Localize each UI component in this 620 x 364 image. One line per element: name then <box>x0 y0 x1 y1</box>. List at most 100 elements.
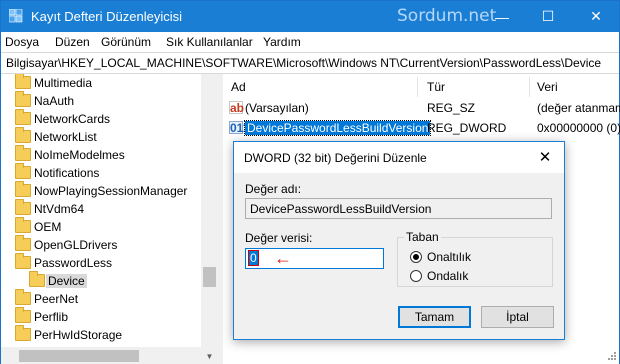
key-tree: Multimedia NaAuth NetworkCards NetworkLi… <box>1 74 218 364</box>
folder-icon <box>15 235 31 251</box>
hexadecimal-radio[interactable]: Onaltılık <box>410 249 510 265</box>
tree-item-notifications[interactable]: Notifications <box>1 163 201 182</box>
dword-value-icon: 011 <box>229 121 250 135</box>
folder-icon <box>15 91 31 107</box>
value-data: (değer atanmamış) <box>537 101 620 115</box>
tree-item-multimedia[interactable]: Multimedia <box>1 74 201 92</box>
menu-item-sik-kullanilanlar[interactable]: Sık Kullanılanlar <box>166 35 253 49</box>
cancel-button[interactable]: İptal <box>481 306 554 328</box>
string-value-icon: ab <box>229 101 245 115</box>
tree-item-ntvdm64[interactable]: NtVdm64 <box>1 199 201 218</box>
folder-icon <box>15 199 31 215</box>
base-group: Taban Onaltılık Ondalık <box>397 230 553 287</box>
tree-item-label: Device <box>46 274 87 288</box>
title-bar[interactable]: Kayıt Defteri Düzenleyicisi Sordum.net —… <box>1 1 619 32</box>
dialog-close-button[interactable]: ✕ <box>532 146 558 168</box>
tree-item-networkcards[interactable]: NetworkCards <box>1 109 201 128</box>
tree-item-label: Multimedia <box>34 76 93 90</box>
menu-item-yardim[interactable]: Yardım <box>263 35 301 49</box>
scrollbar-thumb[interactable] <box>203 267 216 287</box>
tree-item-passwordless[interactable]: PasswordLess <box>1 253 201 272</box>
value-data-input[interactable]: 0 <box>245 248 384 269</box>
dialog-title: DWORD (32 bit) Değerini Düzenle <box>244 151 427 165</box>
tree-item-perflib[interactable]: Perflib <box>1 307 201 326</box>
folder-icon <box>15 163 31 179</box>
tree-item-noimemodelmes[interactable]: NoImeModelmes <box>1 145 201 164</box>
tree-item-networklist[interactable]: NetworkList <box>1 127 201 146</box>
tree-item-label: OpenGLDrivers <box>34 238 118 252</box>
tree-item-naauth[interactable]: NaAuth <box>1 91 201 110</box>
folder-icon <box>15 127 31 143</box>
tree-item-nowplayingsessionmanager[interactable]: NowPlayingSessionManager <box>1 181 201 200</box>
minimize-button[interactable]: — <box>479 1 525 32</box>
value-name: (Varsayılan) <box>245 101 309 115</box>
folder-icon <box>15 307 31 323</box>
edit-dword-dialog: DWORD (32 bit) Değerini Düzenle ✕ Değer … <box>233 141 565 340</box>
value-name: DevicePasswordLessBuildVersion <box>243 120 432 136</box>
column-divider <box>529 77 530 97</box>
tree-item-opengldrivers[interactable]: OpenGLDrivers <box>1 235 201 254</box>
value-name-label: Değer adı: <box>245 182 302 196</box>
tree-item-peernet[interactable]: PeerNet <box>1 289 201 308</box>
tree-item-label: OEM <box>34 220 62 234</box>
value-type: REG_DWORD <box>427 121 507 135</box>
folder-icon <box>29 271 45 287</box>
tree-item-label: Perflib <box>34 310 69 324</box>
tree-item-label: NowPlayingSessionManager <box>34 184 188 198</box>
tree-item-label: PeerNet <box>34 292 79 306</box>
window-title: Kayıt Defteri Düzenleyicisi <box>31 9 182 24</box>
decimal-radio[interactable]: Ondalık <box>410 268 510 284</box>
menu-item-dosya[interactable]: Dosya <box>5 35 39 49</box>
address-bar[interactable]: Bilgisayar\HKEY_LOCAL_MACHINE\SOFTWARE\M… <box>1 52 619 74</box>
column-header-data[interactable]: Veri <box>537 80 558 94</box>
table-row[interactable]: 011 DevicePasswordLessBuildVersion REG_D… <box>223 119 620 137</box>
tree-item-label: PasswordLess <box>34 256 113 270</box>
ok-button[interactable]: Tamam <box>398 306 471 328</box>
radio-label: Onaltılık <box>427 250 472 264</box>
tree-vertical-scrollbar[interactable]: ▼ <box>201 74 218 364</box>
base-group-label: Taban <box>404 230 441 244</box>
tree-item-oem[interactable]: OEM <box>1 217 201 236</box>
folder-icon <box>15 145 31 161</box>
value-name-field[interactable]: DevicePasswordLessBuildVersion <box>245 198 552 219</box>
value-data-text: 0 <box>248 250 259 266</box>
maximize-button[interactable]: ☐ <box>525 1 571 32</box>
radio-selected-icon <box>410 251 422 263</box>
tree-item-label: PerHwIdStorage <box>34 328 123 342</box>
folder-open-icon <box>15 253 31 269</box>
scrollbar-thumb[interactable] <box>19 350 139 362</box>
red-arrow-icon: ← <box>274 248 292 268</box>
column-header-type[interactable]: Tür <box>427 80 445 94</box>
menu-item-gorunum[interactable]: Görünüm <box>101 35 151 49</box>
registry-editor-icon <box>9 9 23 23</box>
folder-icon <box>15 289 31 305</box>
folder-icon <box>15 109 31 125</box>
table-row[interactable]: ab (Varsayılan) REG_SZ (değer atanmamış) <box>223 99 620 117</box>
folder-icon <box>15 74 31 89</box>
tree-item-label: NoImeModelmes <box>34 148 125 162</box>
column-divider <box>417 77 418 97</box>
value-type: REG_SZ <box>427 101 476 115</box>
column-header-name[interactable]: Ad <box>231 80 246 94</box>
tree-item-label: NaAuth <box>34 94 75 108</box>
folder-icon <box>15 181 31 197</box>
folder-icon <box>15 217 31 233</box>
tree-item-label: NetworkList <box>34 130 97 144</box>
radio-label: Ondalık <box>427 269 469 283</box>
tree-item-label: NtVdm64 <box>34 202 85 216</box>
tree-item-label: NetworkCards <box>34 112 111 126</box>
value-data-label: Değer verisi: <box>245 231 313 245</box>
tree-item-label: Notifications <box>34 166 100 180</box>
tree-item-device[interactable]: Device <box>1 271 201 290</box>
menu-item-duzen[interactable]: Düzen <box>55 35 90 49</box>
value-data: 0x00000000 (0) <box>537 121 620 135</box>
radio-unselected-icon <box>410 270 422 282</box>
scroll-down-arrow-icon[interactable]: ▼ <box>201 348 218 364</box>
close-button[interactable]: ✕ <box>573 1 619 32</box>
folder-icon <box>15 325 31 341</box>
dialog-title-bar[interactable]: DWORD (32 bit) Değerini Düzenle ✕ <box>234 142 564 173</box>
tree-horizontal-scrollbar[interactable] <box>1 347 201 364</box>
menu-bar: Dosya Düzen Görünüm Sık Kullanılanlar Ya… <box>1 32 619 52</box>
resize-grip-icon[interactable] <box>605 351 617 363</box>
tree-item-perhwidstorage[interactable]: PerHwIdStorage <box>1 325 201 344</box>
